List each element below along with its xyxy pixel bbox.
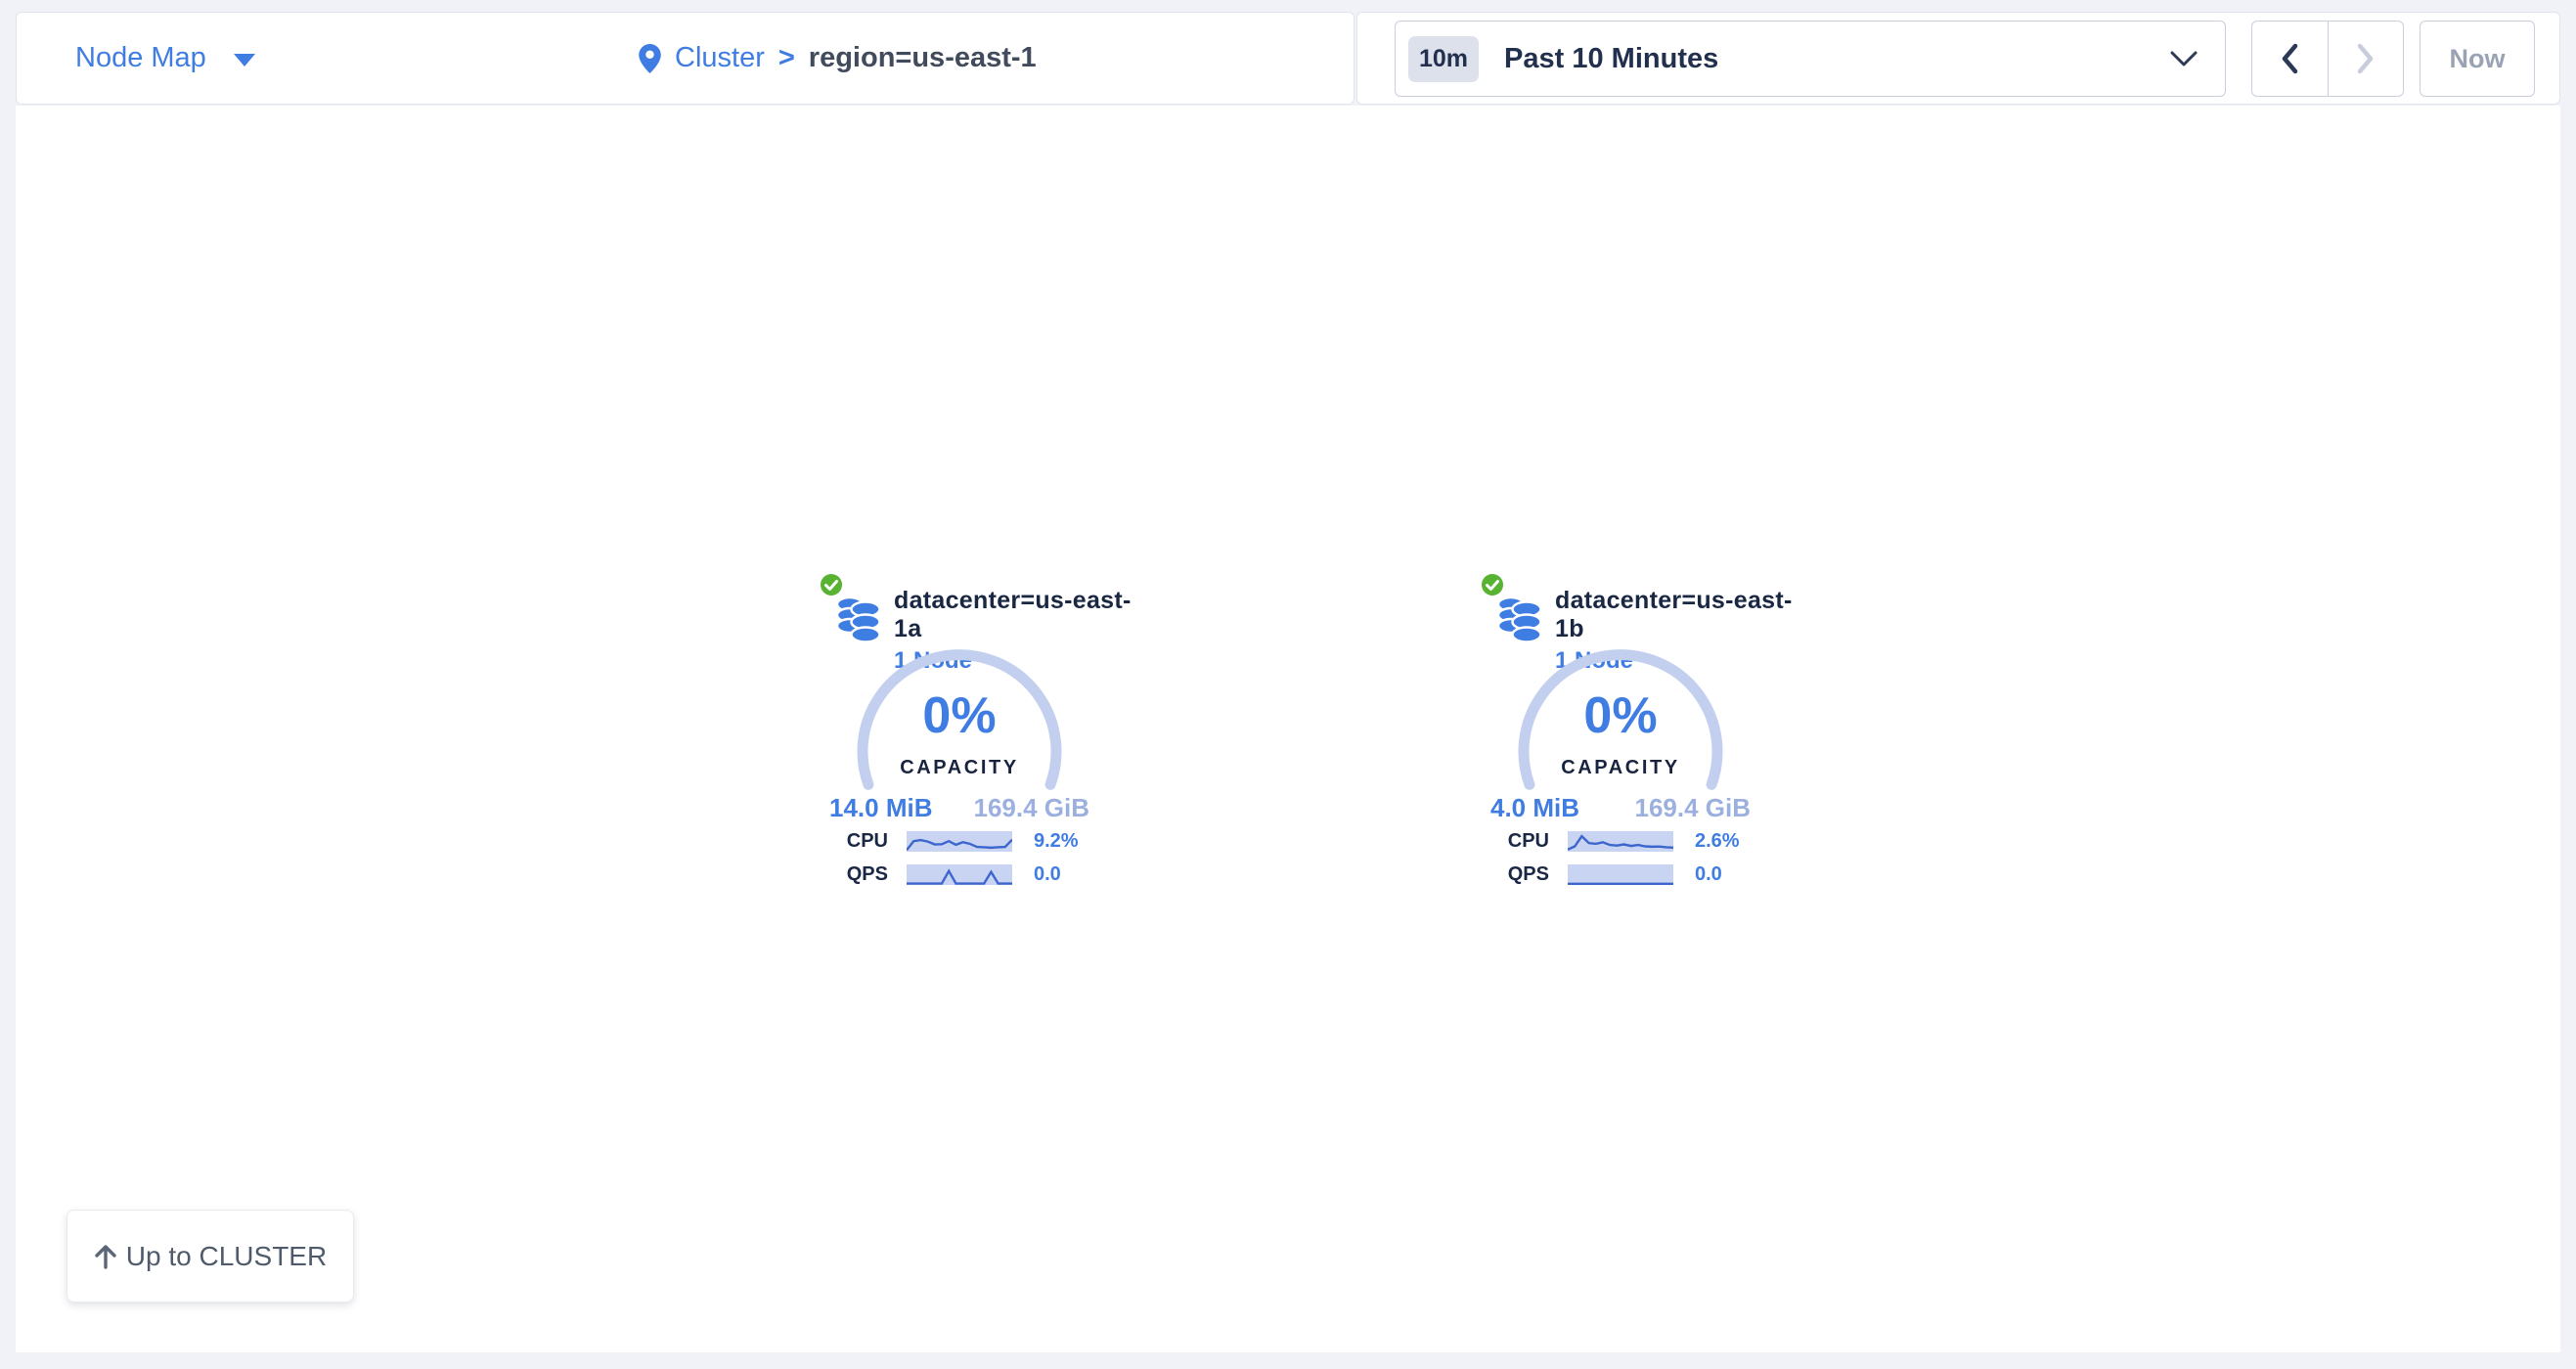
node-map-canvas — [16, 106, 2560, 1352]
time-range-label: Past 10 Minutes — [1504, 43, 2170, 75]
metric-value: 0.0 — [1034, 863, 1061, 886]
database-stack-icon — [836, 593, 881, 643]
metric-value: 9.2% — [1034, 830, 1079, 853]
chevron-down-icon — [2170, 51, 2198, 67]
capacity-percent: 0% — [829, 690, 1089, 741]
metric-label: CPU — [1502, 830, 1549, 853]
metric-sparkline — [1568, 831, 1673, 852]
datacenter-card[interactable]: datacenter=us-east-1b 1 Node 0% CAPACITY… — [1473, 567, 1796, 905]
datacenter-card[interactable]: datacenter=us-east-1a 1 Node 0% CAPACITY… — [812, 567, 1134, 905]
node-map-page: Node Map Cluster > region=us-east-1 10m … — [0, 0, 2576, 1369]
up-to-cluster-button[interactable]: Up to CLUSTER — [67, 1210, 354, 1303]
metric-label: CPU — [841, 830, 888, 853]
breadcrumb-separator: > — [778, 42, 795, 74]
sparkline-line — [907, 840, 1012, 851]
metric-value: 2.6% — [1695, 830, 1740, 853]
capacity-label: CAPACITY — [1490, 757, 1751, 779]
breadcrumb-cluster-link[interactable]: Cluster — [675, 42, 765, 74]
breadcrumb: Cluster > region=us-east-1 — [639, 13, 1037, 104]
time-range-badge: 10m — [1408, 36, 1479, 82]
view-selector[interactable]: Node Map — [75, 13, 255, 104]
capacity-percent: 0% — [1490, 690, 1751, 741]
chevron-right-icon — [2356, 43, 2376, 74]
header-right-card: 10m Past 10 Minutes Now — [1356, 12, 2560, 105]
capacity-label: CAPACITY — [829, 757, 1089, 779]
metric-label: QPS — [841, 863, 888, 886]
metric-label: QPS — [1502, 863, 1549, 886]
datacenter-title: datacenter=us-east-1b — [1555, 587, 1796, 643]
capacity-used: 4.0 MiB — [1490, 793, 1579, 823]
metric-row: QPS 0.0 — [841, 863, 1061, 886]
capacity-total: 169.4 GiB — [1634, 793, 1751, 823]
header-left-card: Node Map Cluster > region=us-east-1 — [16, 12, 1355, 105]
capacity-used: 14.0 MiB — [829, 793, 933, 823]
datacenter-title: datacenter=us-east-1a — [894, 587, 1134, 643]
now-button[interactable]: Now — [2420, 21, 2535, 97]
up-arrow-icon — [94, 1243, 117, 1269]
metric-value: 0.0 — [1695, 863, 1722, 886]
metric-row: QPS 0.0 — [1502, 863, 1722, 886]
time-nav-next-button[interactable] — [2328, 22, 2404, 96]
metric-row: CPU 9.2% — [841, 830, 1079, 853]
sparkline-line — [1568, 836, 1673, 850]
time-nav-prev-button[interactable] — [2252, 22, 2328, 96]
database-stack-icon — [1497, 593, 1542, 643]
metric-sparkline — [907, 831, 1012, 852]
capacity-total: 169.4 GiB — [973, 793, 1089, 823]
sparkline-line — [907, 871, 1012, 884]
time-nav-group — [2251, 21, 2404, 97]
view-selector-label: Node Map — [75, 42, 206, 74]
metric-sparkline — [907, 864, 1012, 885]
breadcrumb-current: region=us-east-1 — [809, 42, 1037, 74]
metric-row: CPU 2.6% — [1502, 830, 1740, 853]
time-range-selector[interactable]: 10m Past 10 Minutes — [1395, 21, 2226, 97]
caret-down-icon — [234, 54, 255, 66]
metric-sparkline — [1568, 864, 1673, 885]
map-pin-icon — [639, 44, 661, 73]
chevron-left-icon — [2280, 43, 2299, 74]
up-to-cluster-label: Up to CLUSTER — [126, 1241, 327, 1272]
